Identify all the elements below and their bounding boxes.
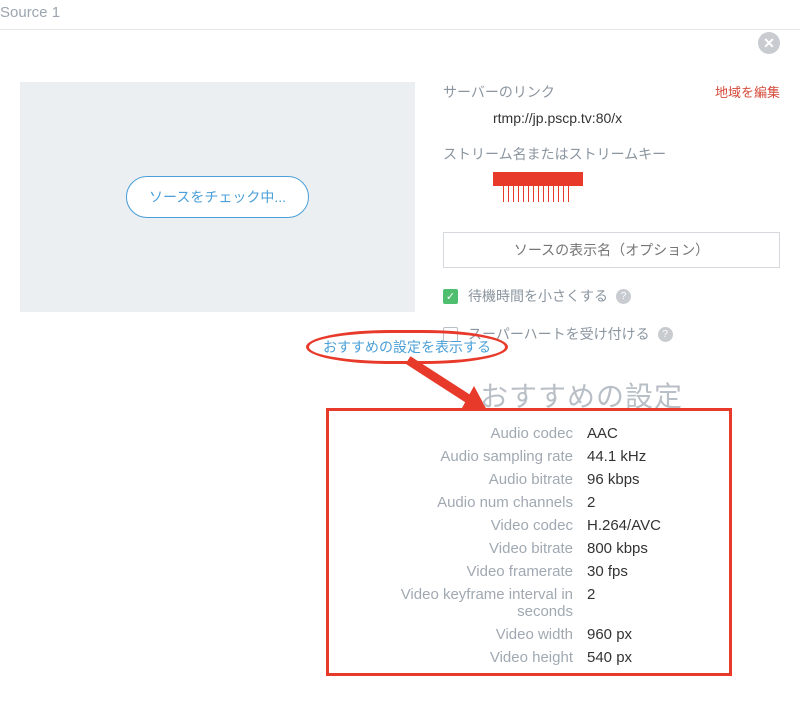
close-button[interactable]: ✕ — [758, 32, 780, 54]
setting-value: 44.1 kHz — [587, 448, 707, 465]
setting-label: Audio sampling rate — [351, 448, 587, 465]
edit-region-link[interactable]: 地域を編集 — [715, 82, 780, 101]
setting-value: 540 px — [587, 649, 707, 666]
setting-value: 960 px — [587, 626, 707, 643]
setting-value: 2 — [587, 494, 707, 511]
setting-label: Video codec — [351, 517, 587, 534]
help-icon[interactable]: ? — [658, 327, 673, 342]
setting-label: Video framerate — [351, 563, 587, 580]
setting-row: Audio sampling rate44.1 kHz — [351, 448, 707, 465]
setting-value: H.264/AVC — [587, 517, 707, 534]
help-icon[interactable]: ? — [616, 289, 631, 304]
check-source-button[interactable]: ソースをチェック中... — [126, 176, 309, 218]
stream-key-redacted — [493, 172, 583, 186]
checkbox-checked-icon: ✓ — [443, 289, 458, 304]
setting-value: 30 fps — [587, 563, 707, 580]
setting-label: Video keyframe interval in seconds — [351, 586, 587, 620]
main-content: ソースをチェック中... 地域を編集 サーバーのリンク rtmp://jp.ps… — [0, 30, 800, 344]
settings-panel-right: 地域を編集 サーバーのリンク rtmp://jp.pscp.tv:80/x スト… — [443, 82, 780, 344]
setting-value: 96 kbps — [587, 471, 707, 488]
low-latency-label: 待機時間を小さくする — [468, 286, 608, 306]
preview-box: ソースをチェック中... — [20, 82, 415, 312]
setting-value: AAC — [587, 425, 707, 442]
stream-key-label: ストリーム名またはストリームキー — [443, 144, 780, 164]
recommended-settings-panel: Audio codecAAC Audio sampling rate44.1 k… — [326, 408, 732, 676]
setting-row: Video bitrate800 kbps — [351, 540, 707, 557]
setting-value: 2 — [587, 586, 707, 620]
setting-label: Audio codec — [351, 425, 587, 442]
setting-row: Video framerate30 fps — [351, 563, 707, 580]
arrow-annotation — [400, 356, 490, 416]
setting-row: Video codecH.264/AVC — [351, 517, 707, 534]
setting-label: Video height — [351, 649, 587, 666]
setting-label: Video width — [351, 626, 587, 643]
setting-row: Audio num channels2 — [351, 494, 707, 511]
close-icon: ✕ — [763, 35, 775, 52]
setting-row: Video keyframe interval in seconds2 — [351, 586, 707, 620]
server-link-value: rtmp://jp.pscp.tv:80/x — [443, 110, 780, 126]
setting-label: Audio bitrate — [351, 471, 587, 488]
setting-row: Audio codecAAC — [351, 425, 707, 442]
source-label: Source 1 — [0, 0, 800, 29]
setting-label: Video bitrate — [351, 540, 587, 557]
setting-value: 800 kbps — [587, 540, 707, 557]
display-name-input[interactable] — [443, 232, 780, 268]
setting-row: Audio bitrate96 kbps — [351, 471, 707, 488]
setting-row: Video height540 px — [351, 649, 707, 666]
low-latency-row[interactable]: ✓ 待機時間を小さくする ? — [443, 286, 780, 306]
setting-label: Audio num channels — [351, 494, 587, 511]
setting-row: Video width960 px — [351, 626, 707, 643]
